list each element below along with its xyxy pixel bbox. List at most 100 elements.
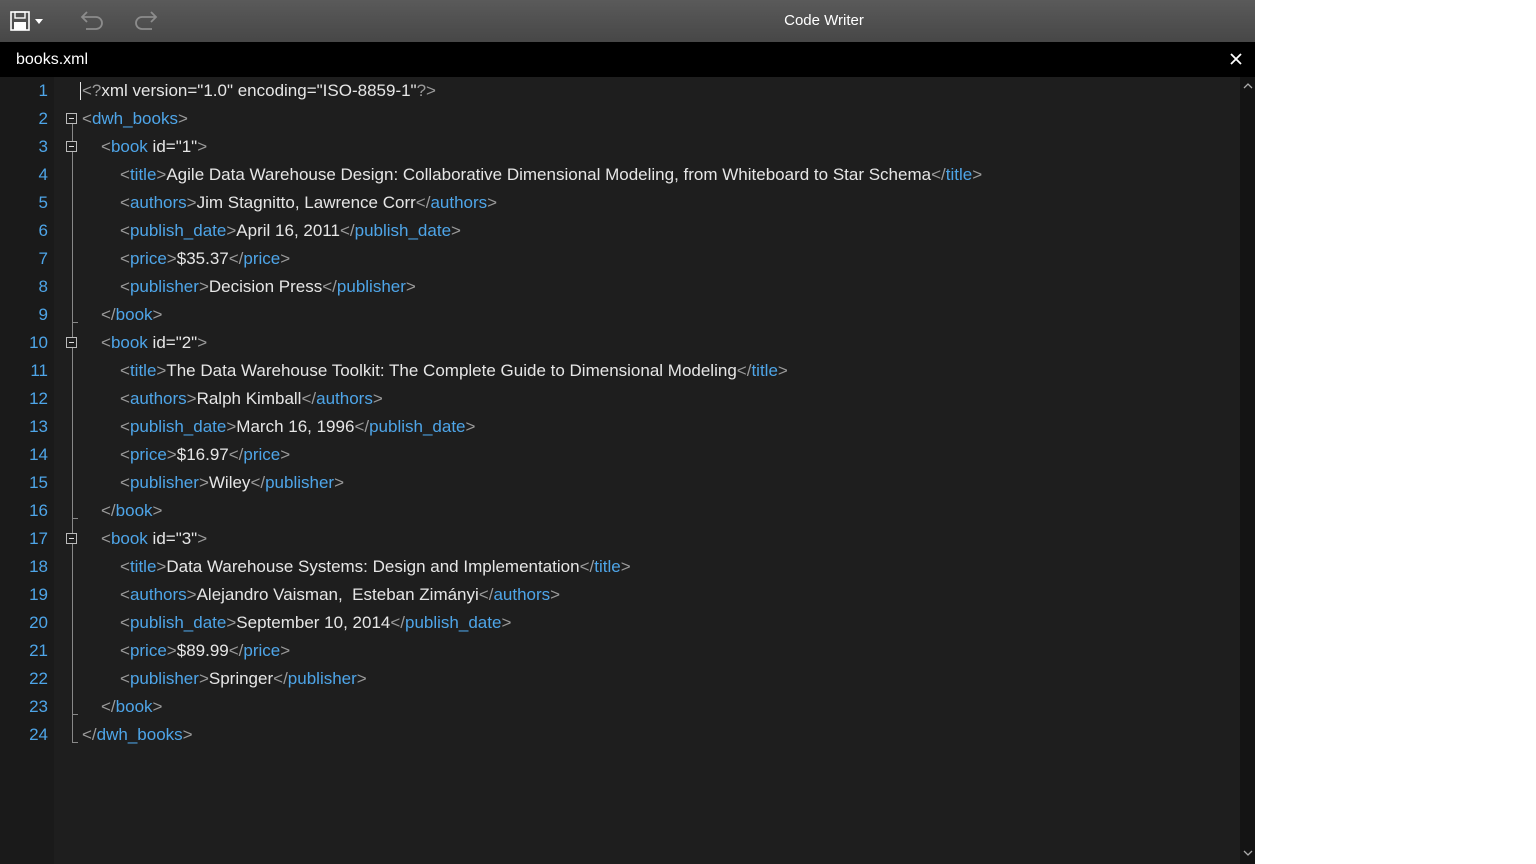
app-title: Code Writer <box>784 12 864 29</box>
xml-punctuation: < <box>120 641 130 660</box>
code-line[interactable]: <price>$16.97</price> <box>120 441 290 469</box>
tab-books-xml[interactable]: books.xml <box>16 42 88 77</box>
code-line[interactable]: <price>$89.99</price> <box>120 637 290 665</box>
code-line[interactable]: <book id="2"> <box>101 329 207 357</box>
xml-text: Alejandro Vaisman, Esteban Zimányi <box>196 585 479 604</box>
xml-tag-name: book <box>115 501 153 520</box>
xml-punctuation: </ <box>579 557 595 576</box>
code-line[interactable]: <title>The Data Warehouse Toolkit: The C… <box>120 357 788 385</box>
chevron-down-icon <box>1243 850 1252 856</box>
xml-punctuation: < <box>120 669 130 688</box>
xml-punctuation: > <box>226 613 237 632</box>
xml-tag-name: publish_date <box>129 613 227 632</box>
xml-tag-name: authors <box>129 389 187 408</box>
xml-punctuation: > <box>550 585 561 604</box>
xml-punctuation: < <box>120 417 130 436</box>
xml-tag-name: book <box>115 305 153 324</box>
line-number: 12 <box>29 389 48 408</box>
xml-punctuation: > <box>280 249 291 268</box>
xml-punctuation: </ <box>322 277 337 296</box>
xml-punctuation: </ <box>390 613 406 632</box>
code-editor[interactable]: <?xml version="1.0" encoding="ISO-8859-1… <box>54 77 1240 864</box>
xml-tag-name: authors <box>493 585 551 604</box>
code-line[interactable]: <authors>Ralph Kimball</authors> <box>120 385 383 413</box>
collapse-fold-button[interactable] <box>66 337 77 348</box>
line-number: 2 <box>38 109 48 128</box>
collapse-fold-button[interactable] <box>66 113 77 124</box>
xml-punctuation: > <box>356 669 367 688</box>
xml-punctuation: > <box>198 669 209 688</box>
collapse-fold-button[interactable] <box>66 141 77 152</box>
code-line[interactable]: <?xml version="1.0" encoding="ISO-8859-1… <box>82 77 436 105</box>
xml-tag-name: authors <box>430 193 488 212</box>
xml-text: Data Warehouse Systems: Design and Imple… <box>166 557 580 576</box>
line-number: 16 <box>29 501 48 520</box>
xml-punctuation: > <box>198 277 209 296</box>
xml-punctuation: > <box>156 361 167 380</box>
line-number: 15 <box>29 473 48 492</box>
xml-text: id="3" <box>147 529 198 548</box>
code-line[interactable]: <authors>Alejandro Vaisman, Esteban Zimá… <box>120 581 560 609</box>
code-line[interactable]: <dwh_books> <box>82 105 188 133</box>
xml-tag-name: publish_date <box>129 221 227 240</box>
xml-punctuation: < <box>120 249 130 268</box>
line-number: 10 <box>29 333 48 352</box>
collapse-fold-button[interactable] <box>66 533 77 544</box>
xml-text: $16.97 <box>176 445 229 464</box>
code-line[interactable]: </book> <box>101 497 162 525</box>
xml-punctuation: > <box>487 193 498 212</box>
code-line[interactable]: <title>Agile Data Warehouse Design: Coll… <box>120 161 982 189</box>
xml-punctuation: > <box>166 445 177 464</box>
xml-punctuation: </ <box>101 501 116 520</box>
code-line[interactable]: <publisher>Springer</publisher> <box>120 665 367 693</box>
code-line[interactable]: <publish_date>March 16, 1996</publish_da… <box>120 413 475 441</box>
xml-punctuation: </ <box>228 249 244 268</box>
xml-tag-name: title <box>129 557 157 576</box>
xml-tag-name: authors <box>316 389 373 408</box>
line-number: 18 <box>29 557 48 576</box>
code-line[interactable]: <book id="1"> <box>101 133 207 161</box>
xml-text: Springer <box>208 669 274 688</box>
code-line[interactable]: <publish_date>April 16, 2011</publish_da… <box>120 217 461 245</box>
xml-tag-name: book <box>115 697 153 716</box>
scroll-down-button[interactable] <box>1240 846 1255 860</box>
xml-text: id="1" <box>147 137 198 156</box>
xml-punctuation: > <box>166 641 177 660</box>
code-line[interactable]: <title>Data Warehouse Systems: Design an… <box>120 553 631 581</box>
xml-text: March 16, 1996 <box>236 417 355 436</box>
fold-guide-end <box>72 742 78 743</box>
xml-tag-name: publisher <box>129 669 199 688</box>
xml-tag-name: title <box>129 165 157 184</box>
tab-bar: books.xml <box>0 42 1255 77</box>
line-number: 22 <box>29 669 48 688</box>
code-line[interactable]: <authors>Jim Stagnitto, Lawrence Corr</a… <box>120 189 497 217</box>
code-line[interactable]: </dwh_books> <box>82 721 193 749</box>
xml-tag-name: title <box>129 361 157 380</box>
line-number: 4 <box>38 165 48 184</box>
xml-punctuation: > <box>334 473 345 492</box>
scroll-up-button[interactable] <box>1240 79 1255 93</box>
xml-punctuation: > <box>152 501 163 520</box>
code-line[interactable]: <publish_date>September 10, 2014</publis… <box>120 609 511 637</box>
xml-tag-name: price <box>243 445 281 464</box>
vertical-scrollbar[interactable] <box>1240 77 1255 864</box>
xml-tag-name: authors <box>129 585 187 604</box>
code-line[interactable]: </book> <box>101 693 162 721</box>
close-tab-button[interactable] <box>1225 48 1247 70</box>
code-line[interactable]: <book id="3"> <box>101 525 207 553</box>
xml-text: id="2" <box>147 333 198 352</box>
xml-punctuation: </ <box>931 165 946 184</box>
line-number: 6 <box>38 221 48 240</box>
code-line[interactable]: <publisher>Wiley</publisher> <box>120 469 344 497</box>
code-line[interactable]: <price>$35.37</price> <box>120 245 290 273</box>
xml-punctuation: > <box>620 557 631 576</box>
xml-text: Ralph Kimball <box>196 389 302 408</box>
xml-punctuation: </ <box>354 417 370 436</box>
code-writer-window: Code Writer books.xml 1 2 3 4 5 6 7 8 9 10 11 12 13 1… <box>0 0 1255 864</box>
xml-punctuation: > <box>405 277 416 296</box>
code-line[interactable]: <publisher>Decision Press</publisher> <box>120 273 416 301</box>
xml-tag-name: title <box>594 557 621 576</box>
xml-tag-name: publisher <box>336 277 406 296</box>
code-line[interactable]: </book> <box>101 301 162 329</box>
xml-tag-name: title <box>945 165 973 184</box>
